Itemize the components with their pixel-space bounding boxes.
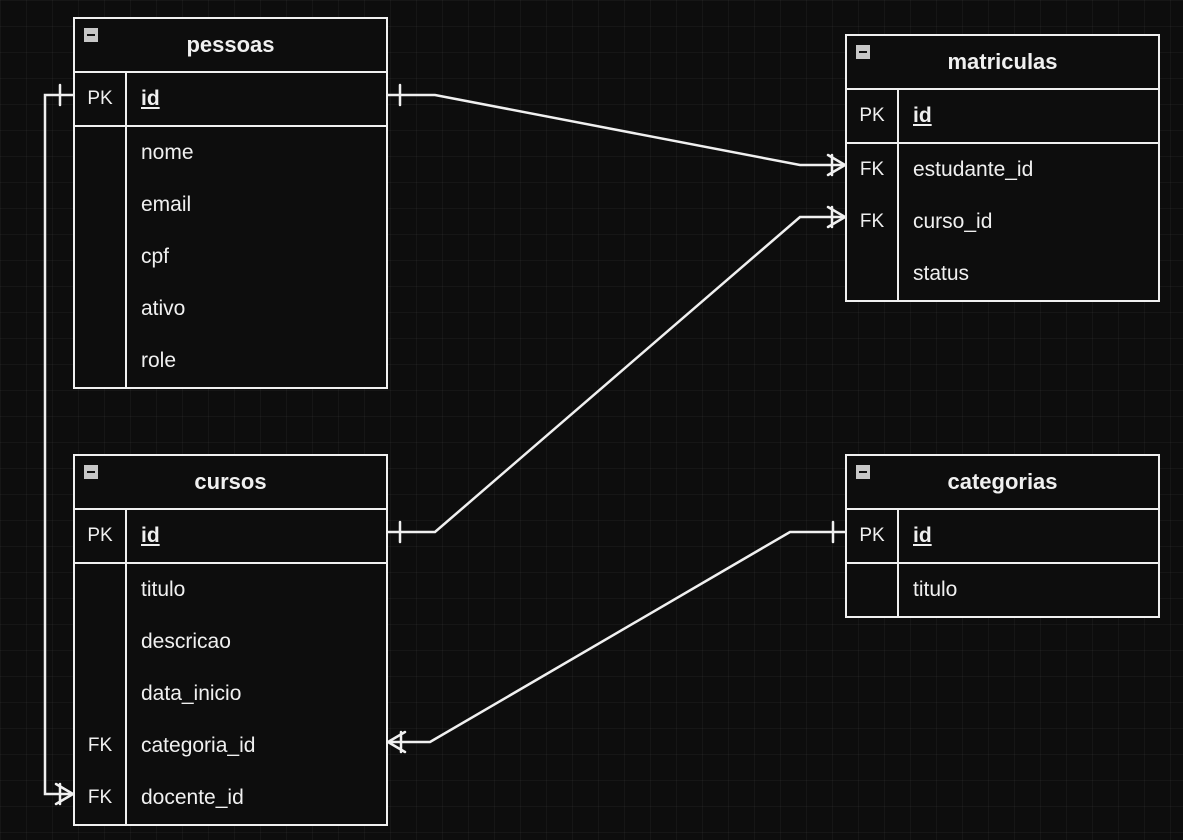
field-name: titulo — [127, 578, 185, 602]
field-name: nome — [127, 141, 194, 165]
field-name: data_inicio — [127, 682, 241, 706]
field-name: descricao — [127, 630, 231, 654]
field-name: docente_id — [127, 786, 244, 810]
field-row[interactable]: cpf — [75, 231, 386, 283]
field-name: id — [141, 87, 160, 110]
entity-matriculas[interactable]: matriculas PK id FKestudante_id FKcurso_… — [845, 34, 1160, 302]
entity-title: categorias — [947, 469, 1057, 495]
collapse-icon[interactable] — [856, 45, 870, 59]
key-label: FK — [75, 772, 127, 824]
field-row[interactable]: descricao — [75, 616, 386, 668]
field-row-pk[interactable]: PK id — [847, 90, 1158, 144]
entity-title: cursos — [194, 469, 266, 495]
field-row[interactable]: ativo — [75, 283, 386, 335]
field-name: categoria_id — [127, 734, 255, 758]
field-name: id — [141, 524, 160, 547]
field-row[interactable]: role — [75, 335, 386, 387]
collapse-icon[interactable] — [84, 465, 98, 479]
entity-title: pessoas — [186, 32, 274, 58]
field-row[interactable]: nome — [75, 127, 386, 179]
field-name: titulo — [899, 578, 957, 602]
entity-header-matriculas[interactable]: matriculas — [847, 36, 1158, 90]
field-name: role — [127, 349, 176, 373]
collapse-icon[interactable] — [856, 465, 870, 479]
entity-categorias[interactable]: categorias PK id titulo — [845, 454, 1160, 618]
key-label: FK — [75, 720, 127, 772]
entity-pessoas[interactable]: pessoas PK id nome email cpf ativo role — [73, 17, 388, 389]
collapse-icon[interactable] — [84, 28, 98, 42]
field-row[interactable]: data_inicio — [75, 668, 386, 720]
field-name: id — [913, 104, 932, 127]
field-name: cpf — [127, 245, 169, 269]
entity-cursos[interactable]: cursos PK id titulo descricao data_inici… — [73, 454, 388, 826]
field-name: ativo — [127, 297, 185, 321]
key-label: FK — [847, 196, 899, 248]
field-name: email — [127, 193, 191, 217]
entity-header-cursos[interactable]: cursos — [75, 456, 386, 510]
entity-title: matriculas — [947, 49, 1057, 75]
field-row-pk[interactable]: PK id — [75, 510, 386, 564]
key-label: PK — [847, 90, 899, 142]
field-row[interactable]: status — [847, 248, 1158, 300]
key-label: PK — [75, 73, 127, 125]
field-name: id — [913, 524, 932, 547]
key-label: PK — [75, 510, 127, 562]
field-name: estudante_id — [899, 158, 1033, 182]
entity-header-categorias[interactable]: categorias — [847, 456, 1158, 510]
field-name: curso_id — [899, 210, 992, 234]
field-row[interactable]: FKcurso_id — [847, 196, 1158, 248]
key-label: FK — [847, 144, 899, 196]
field-row[interactable]: FKdocente_id — [75, 772, 386, 824]
field-row[interactable]: titulo — [847, 564, 1158, 616]
key-label: PK — [847, 510, 899, 562]
field-name: status — [899, 262, 969, 286]
field-row-pk[interactable]: PK id — [847, 510, 1158, 564]
field-row-pk[interactable]: PK id — [75, 73, 386, 127]
field-row[interactable]: titulo — [75, 564, 386, 616]
entity-header-pessoas[interactable]: pessoas — [75, 19, 386, 73]
field-row[interactable]: FKestudante_id — [847, 144, 1158, 196]
field-row[interactable]: FKcategoria_id — [75, 720, 386, 772]
field-row[interactable]: email — [75, 179, 386, 231]
